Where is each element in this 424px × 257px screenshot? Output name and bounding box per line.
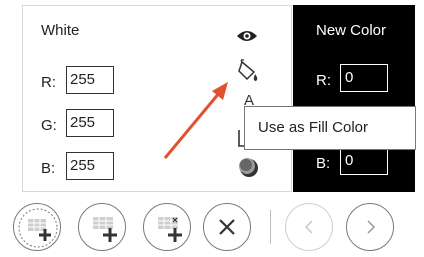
add-color-icon (93, 217, 117, 242)
close-button[interactable] (203, 203, 251, 251)
chevron-right-icon (367, 220, 376, 234)
g-input[interactable]: 255 (66, 109, 114, 137)
tooltip: Use as Fill Color (244, 106, 416, 150)
arrow-annotation (163, 82, 228, 159)
g-label: G: (41, 117, 57, 134)
add-grid-button[interactable] (13, 203, 61, 251)
next-button[interactable] (346, 203, 394, 251)
r-label: R: (41, 74, 56, 91)
add-grid-icon (18, 208, 58, 248)
replace-color-icon (158, 217, 182, 242)
new-b-label: B: (316, 155, 331, 172)
b-label: B: (41, 160, 56, 177)
previous-button[interactable] (285, 203, 333, 251)
close-icon (219, 219, 235, 235)
replace-color-button[interactable] (143, 203, 191, 251)
b-input[interactable]: 255 (66, 152, 114, 180)
new-color-title: New Color (316, 22, 387, 39)
new-r-input[interactable]: 0 (340, 64, 388, 92)
r-input[interactable]: 255 (66, 66, 114, 94)
new-b-input[interactable]: 0 (340, 147, 388, 175)
new-r-label: R: (316, 72, 331, 89)
eye-icon[interactable] (236, 28, 258, 49)
current-color-name: White (41, 22, 80, 39)
add-color-button[interactable] (78, 203, 126, 251)
shadow-color-icon[interactable] (237, 156, 259, 183)
chevron-left-icon (304, 220, 313, 234)
toolbar-separator (270, 210, 271, 244)
